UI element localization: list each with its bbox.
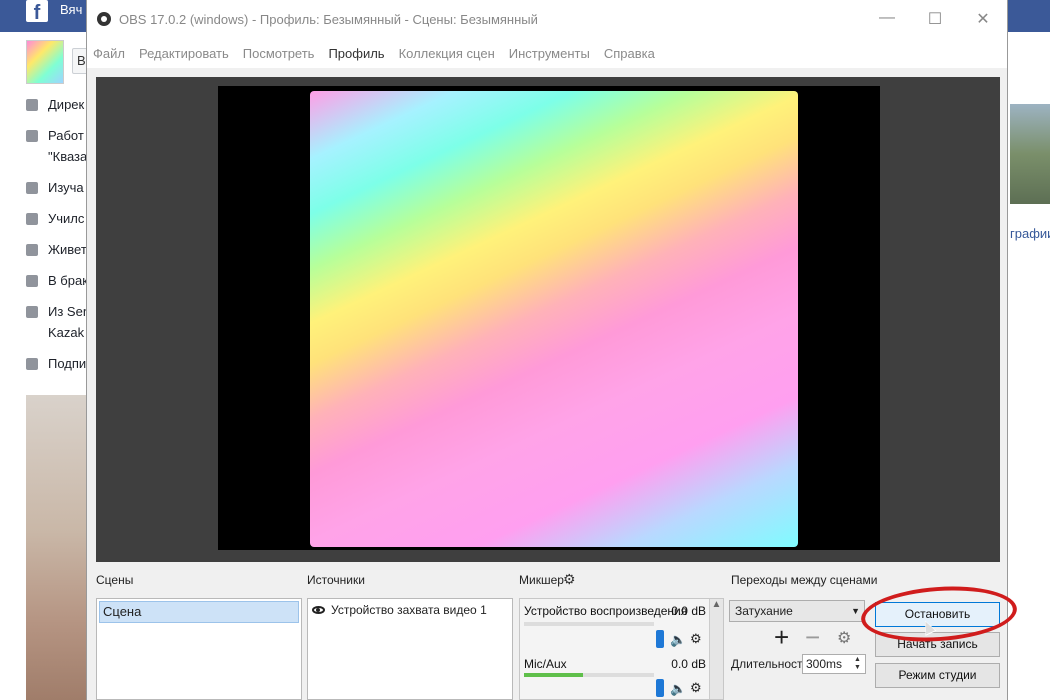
eye-icon[interactable]: [312, 606, 325, 614]
graduation-cap-icon: [26, 213, 38, 225]
menu-view[interactable]: Посмотреть: [243, 46, 315, 61]
add-transition-plus-icon[interactable]: +: [774, 624, 789, 650]
facebook-photos-link[interactable]: графии,: [1010, 226, 1050, 241]
mixer-channel-db: 0.0 dB: [671, 657, 706, 671]
maximize-button[interactable]: ☐: [911, 9, 959, 29]
facebook-info-row: Дирек: [26, 96, 84, 114]
duration-input[interactable]: 300ms ▲ ▼: [802, 654, 866, 674]
menu-bar: Файл Редактировать Посмотреть Профиль Ко…: [87, 38, 1007, 68]
facebook-info-row: В брак: [26, 272, 88, 290]
duration-value: 300ms: [806, 657, 843, 671]
menu-tools[interactable]: Инструменты: [509, 46, 590, 61]
audio-mixer: Устройство воспроизведения 0.0 dB 🔈 ⚙ Mi…: [519, 598, 724, 700]
heart-icon: [26, 275, 38, 287]
remove-transition-minus-icon[interactable]: −: [805, 624, 820, 650]
mixer-channel-name: Mic/Aux: [524, 657, 567, 671]
facebook-logo[interactable]: f: [26, 0, 48, 24]
preview-canvas: [218, 86, 880, 550]
facebook-photo-thumbnail[interactable]: [1010, 104, 1050, 204]
facebook-user-name[interactable]: Вяч: [60, 2, 82, 17]
mixer-dock-title: Микшер: [519, 573, 564, 587]
transition-select-value: Затухание: [735, 604, 793, 618]
spinner-arrows-icon[interactable]: ▲ ▼: [854, 656, 864, 672]
close-button[interactable]: ✕: [959, 9, 1007, 29]
sources-dock-title: Источники: [307, 573, 365, 587]
facebook-info-row: Работ: [26, 127, 84, 145]
location-pin-icon: [26, 306, 38, 318]
facebook-info-row: Из Sen: [26, 303, 90, 321]
chevron-down-icon: ▼: [851, 606, 860, 616]
menu-scene-collection[interactable]: Коллекция сцен: [399, 46, 495, 61]
mixer-settings-gear-icon[interactable]: ⚙: [563, 571, 576, 588]
volume-meter-fill: [524, 673, 583, 677]
speaker-icon[interactable]: 🔈: [670, 632, 686, 648]
preview-area[interactable]: [96, 77, 1000, 562]
volume-slider[interactable]: [656, 679, 664, 697]
facebook-info-row: Училс: [26, 210, 84, 228]
volume-slider[interactable]: [656, 630, 664, 648]
facebook-info-row: Подпи: [26, 355, 86, 373]
menu-file[interactable]: Файл: [93, 46, 125, 61]
minimize-button[interactable]: —: [863, 9, 911, 29]
home-icon: [26, 244, 38, 256]
transitions-dock-title: Переходы между сценами: [731, 573, 878, 587]
facebook-info-row: Kazak: [48, 325, 85, 340]
source-item[interactable]: Устройство захвата видео 1: [308, 599, 512, 621]
transition-settings-gear-icon[interactable]: ⚙: [837, 628, 851, 648]
title-bar: OBS 17.0.2 (windows) - Профиль: Безымянн…: [87, 0, 1007, 38]
mixer-channel-name: Устройство воспроизведения: [524, 604, 688, 618]
channel-gear-icon[interactable]: ⚙: [690, 631, 702, 647]
scenes-dock-title: Сцены: [96, 573, 134, 587]
window-title: OBS 17.0.2 (windows) - Профиль: Безымянн…: [119, 11, 538, 27]
facebook-info-row: "Кваза: [48, 149, 88, 164]
facebook-info-row: Живет: [26, 241, 87, 259]
briefcase-icon: [26, 130, 38, 142]
duration-label: Длительность: [731, 657, 809, 671]
sources-list[interactable]: Устройство захвата видео 1: [307, 598, 513, 700]
briefcase-icon: [26, 99, 38, 111]
window-controls: — ☐ ✕: [863, 9, 1007, 29]
volume-meter: [524, 622, 654, 626]
facebook-avatar[interactable]: [26, 40, 64, 84]
obs-window: OBS 17.0.2 (windows) - Профиль: Безымянн…: [86, 0, 1019, 700]
menu-help[interactable]: Справка: [604, 46, 655, 61]
graduation-cap-icon: [26, 182, 38, 194]
channel-gear-icon[interactable]: ⚙: [690, 680, 702, 696]
rss-icon: [26, 358, 38, 370]
speaker-icon[interactable]: 🔈: [670, 681, 686, 697]
volume-meter: [524, 673, 654, 677]
transition-select[interactable]: Затухание ▼: [729, 600, 865, 622]
video-capture-frame[interactable]: [310, 91, 798, 547]
obs-logo-icon: [97, 12, 111, 26]
facebook-photo[interactable]: [26, 395, 88, 700]
source-item-label: Устройство захвата видео 1: [331, 603, 487, 617]
scene-item[interactable]: Сцена: [99, 601, 299, 623]
facebook-info-row: Изуча: [26, 179, 84, 197]
menu-edit[interactable]: Редактировать: [139, 46, 229, 61]
mixer-scrollbar[interactable]: ▲: [709, 599, 723, 699]
scenes-list[interactable]: Сцена: [96, 598, 302, 700]
studio-mode-button[interactable]: Режим студии: [875, 663, 1000, 688]
mixer-channel-db: 0.0 dB: [671, 604, 706, 618]
menu-profile[interactable]: Профиль: [328, 46, 384, 61]
